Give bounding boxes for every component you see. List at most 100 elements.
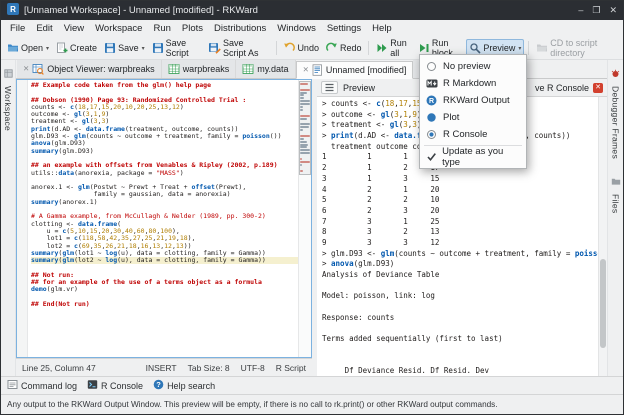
editor-minimap-scrollbar[interactable]: [298, 80, 311, 357]
check-icon: [425, 151, 437, 162]
toolbar-button-label: Save Script As: [223, 38, 269, 58]
dataframe-icon: [242, 63, 254, 75]
markdown-icon: [425, 78, 438, 89]
console-icon: [87, 379, 98, 392]
menu-settings[interactable]: Settings: [322, 22, 366, 35]
save-button[interactable]: Save▾: [101, 39, 148, 57]
toolview-label: R Console: [101, 381, 143, 391]
preview-menu-item-r-console[interactable]: R Console: [420, 126, 526, 143]
toolbar-separator: [528, 41, 529, 55]
hamburger-menu-icon[interactable]: [321, 81, 338, 94]
tab-warpbreaks[interactable]: warpbreaks: [162, 60, 237, 78]
menu-plots[interactable]: Plots: [177, 22, 208, 35]
menu-distributions[interactable]: Distributions: [209, 22, 271, 35]
console-line: > glm.D93 <- glm(counts ~ outcome + trea…: [322, 249, 598, 260]
cursor-position[interactable]: Line 25, Column 47: [22, 363, 96, 373]
menu-file[interactable]: File: [5, 22, 30, 35]
debugger-icon: [611, 65, 620, 83]
titlebar[interactable]: R [Unnamed Workspace] - Unnamed [modifie…: [1, 1, 623, 20]
toolbar-button-label: Open: [21, 43, 43, 53]
code-area[interactable]: ## Example code taken from the glm() hel…: [28, 80, 298, 357]
console-line: 8 3 2 13: [322, 227, 598, 238]
close-tab-icon[interactable]: ✕: [23, 65, 29, 73]
script-icon: [312, 64, 323, 76]
console-line: 3 1 3 15: [322, 174, 598, 185]
save-icon: [104, 42, 116, 54]
preview-menu-item-rkward-output[interactable]: RRKWard Output: [420, 92, 526, 109]
close-tab-icon[interactable]: ✕: [303, 66, 309, 74]
menu-run[interactable]: Run: [148, 22, 175, 35]
dataframe-icon: [168, 63, 180, 75]
menu-item-label: R Markdown: [443, 78, 496, 89]
preview-menu-item-update-as-you-type[interactable]: Update as you type: [420, 148, 526, 165]
toolview-button-r-console[interactable]: R Console: [87, 379, 143, 392]
editor-body: ## Example code taken from the glm() hel…: [16, 79, 312, 358]
save-as-icon: [208, 42, 221, 54]
chevron-down-icon: ▾: [142, 45, 145, 52]
toolbar-button-label: Save: [118, 43, 139, 53]
toolview-button-help-search[interactable]: ?Help search: [153, 379, 215, 392]
toolbar-button-label: Save Script: [166, 38, 201, 58]
toolview-button-files[interactable]: Files: [611, 173, 621, 213]
console-line: 7 3 1 25: [322, 217, 598, 228]
toolview-label: Workspace: [3, 86, 13, 131]
console-scrollbar[interactable]: [598, 97, 607, 376]
tab-object-viewer-warpbreaks[interactable]: ✕Object Viewer: warpbreaks: [17, 60, 162, 78]
console-line: Analysis of Deviance Table: [322, 270, 598, 281]
bottom-toolview-bar: Command log R Console ?Help search: [1, 376, 623, 394]
editor-gutter[interactable]: [17, 80, 28, 357]
rkward-window: R [Unnamed Workspace] - Unnamed [modifie…: [0, 0, 624, 415]
toolbar: Open▾CreateSave▾Save ScriptSave Script A…: [1, 37, 623, 60]
help-icon: ?: [153, 379, 164, 392]
code-line: summary(anorex.1): [31, 199, 298, 206]
status-message: Any output to the RKWard Output Window. …: [7, 400, 498, 409]
open-button[interactable]: Open▾: [4, 39, 52, 57]
svg-text:?: ?: [156, 380, 161, 389]
encoding-selector[interactable]: UTF-8: [241, 363, 265, 373]
preview-menu-item-plot[interactable]: Plot: [420, 109, 526, 126]
plot-icon: [425, 112, 438, 123]
toolview-button-command-log[interactable]: Command log: [7, 379, 77, 392]
menu-windows[interactable]: Windows: [272, 22, 321, 35]
console-line: [322, 281, 598, 292]
run-all-icon: [376, 42, 388, 54]
minimap-viewport[interactable]: [299, 81, 311, 175]
redo-button[interactable]: Redo: [323, 39, 365, 57]
tab-label: my.data: [257, 64, 288, 74]
create-button[interactable]: Create: [53, 39, 100, 57]
tab-unnamed-modified[interactable]: ✕Unnamed [modified]: [296, 61, 414, 79]
scrollbar-handle[interactable]: [600, 259, 606, 348]
save-script-as-button[interactable]: Save Script As: [205, 35, 272, 61]
preview-dropdown-menu: No preview R Markdown RRKWard OutputPlotR …: [419, 54, 527, 169]
minimize-button[interactable]: –: [578, 6, 583, 15]
menu-edit[interactable]: Edit: [31, 22, 57, 35]
run-block-icon: [418, 42, 430, 54]
menu-workspace[interactable]: Workspace: [90, 22, 147, 35]
menu-view[interactable]: View: [59, 22, 89, 35]
editor-status-bar: Line 25, Column 47 INSERT Tab Size: 8 UT…: [16, 358, 312, 376]
menu-help[interactable]: Help: [367, 22, 397, 35]
console-line: [322, 302, 598, 313]
maximize-button[interactable]: ❐: [592, 6, 600, 15]
close-button[interactable]: ✕: [609, 6, 617, 15]
close-preview-icon[interactable]: ✕: [593, 83, 603, 93]
preview-menu-item-r-markdown[interactable]: R Markdown: [420, 75, 526, 92]
undo-icon: [283, 42, 295, 54]
svg-text:R: R: [429, 98, 434, 105]
preview-console-caption: ve R Console: [535, 83, 589, 93]
toolview-label: Command log: [21, 381, 77, 391]
save-script-button[interactable]: Save Script: [149, 35, 204, 61]
tab-size-selector[interactable]: Tab Size: 8: [188, 363, 230, 373]
undo-button[interactable]: Undo: [280, 39, 322, 57]
preview-menu-item-no-preview[interactable]: No preview: [420, 58, 526, 75]
code-line: ## Example code taken from the glm() hel…: [31, 82, 298, 89]
svg-text:R: R: [10, 5, 16, 14]
insert-mode-indicator[interactable]: INSERT: [146, 363, 177, 373]
tab-my-data[interactable]: my.data: [236, 60, 295, 78]
toolbar-button-label: Redo: [340, 43, 362, 53]
run-all-button[interactable]: Run all: [373, 35, 414, 61]
toolview-button-debugger-frames[interactable]: Debugger Frames: [611, 65, 621, 159]
toolview-button-workspace[interactable]: Workspace: [3, 65, 13, 131]
toolbar-button-label: Preview: [483, 43, 515, 53]
filetype-selector[interactable]: R Script: [276, 363, 306, 373]
